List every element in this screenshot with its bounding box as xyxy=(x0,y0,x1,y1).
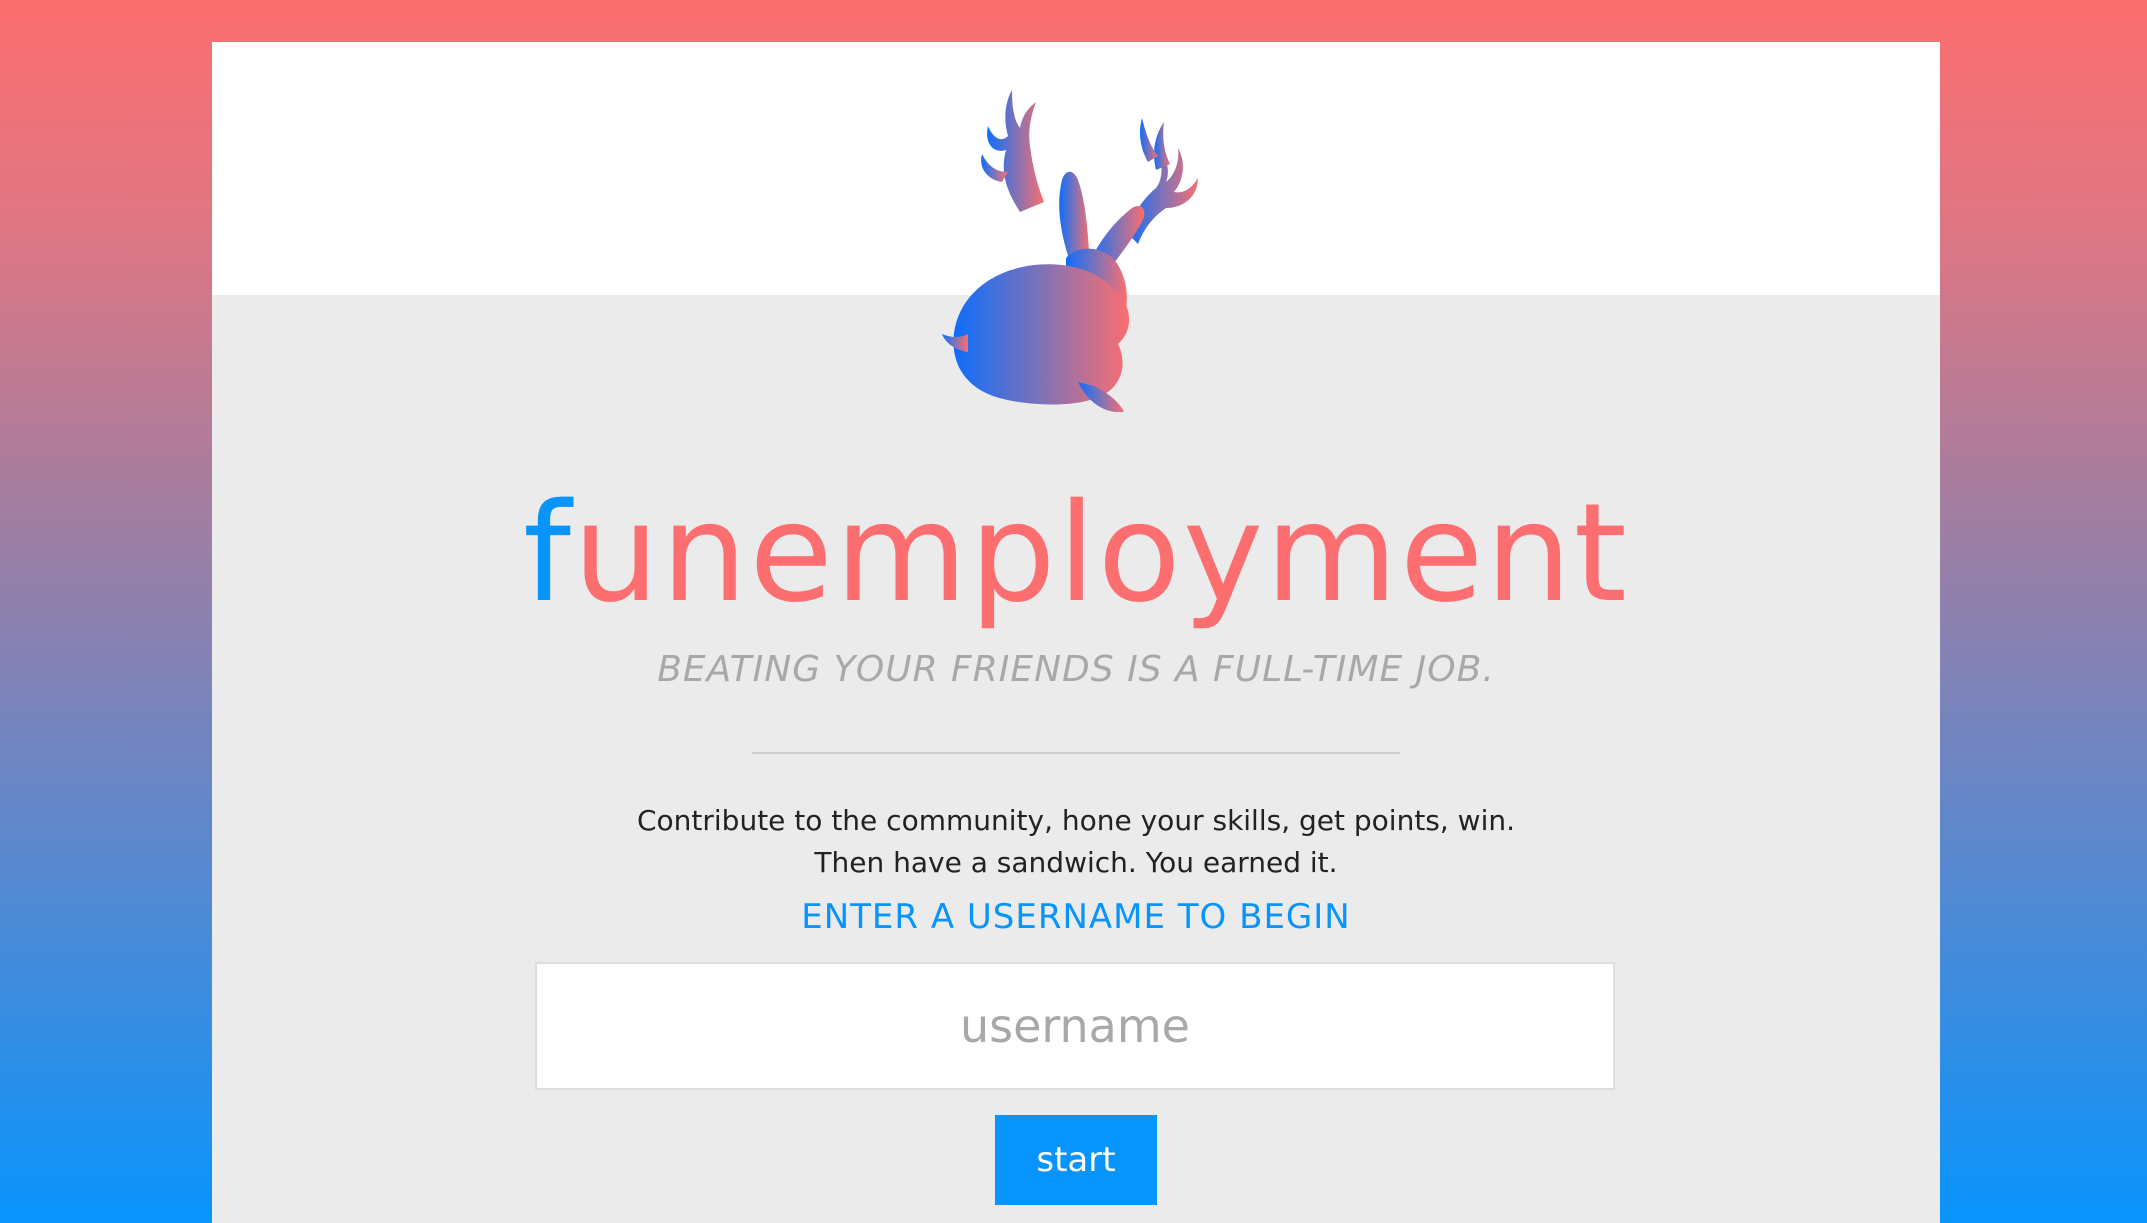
username-input[interactable] xyxy=(535,962,1615,1090)
jackalope-icon xyxy=(928,62,1228,412)
start-button[interactable]: start xyxy=(995,1115,1157,1205)
brand-rest: unemployment xyxy=(572,475,1629,633)
divider xyxy=(752,752,1400,754)
username-prompt: ENTER A USERNAME TO BEGIN xyxy=(801,897,1351,937)
description-line-2: Then have a sandwich. You earned it. xyxy=(814,846,1338,879)
brand-title: funemployment xyxy=(212,474,1940,634)
brand-first-letter: f xyxy=(523,475,573,633)
description: Contribute to the community, hone your s… xyxy=(212,800,1940,884)
main-panel: funemployment BEATING YOUR FRIENDS IS A … xyxy=(212,42,1940,1223)
description-line-1: Contribute to the community, hone your s… xyxy=(636,804,1516,837)
tagline: BEATING YOUR FRIENDS IS A FULL-TIME JOB. xyxy=(657,649,1495,690)
